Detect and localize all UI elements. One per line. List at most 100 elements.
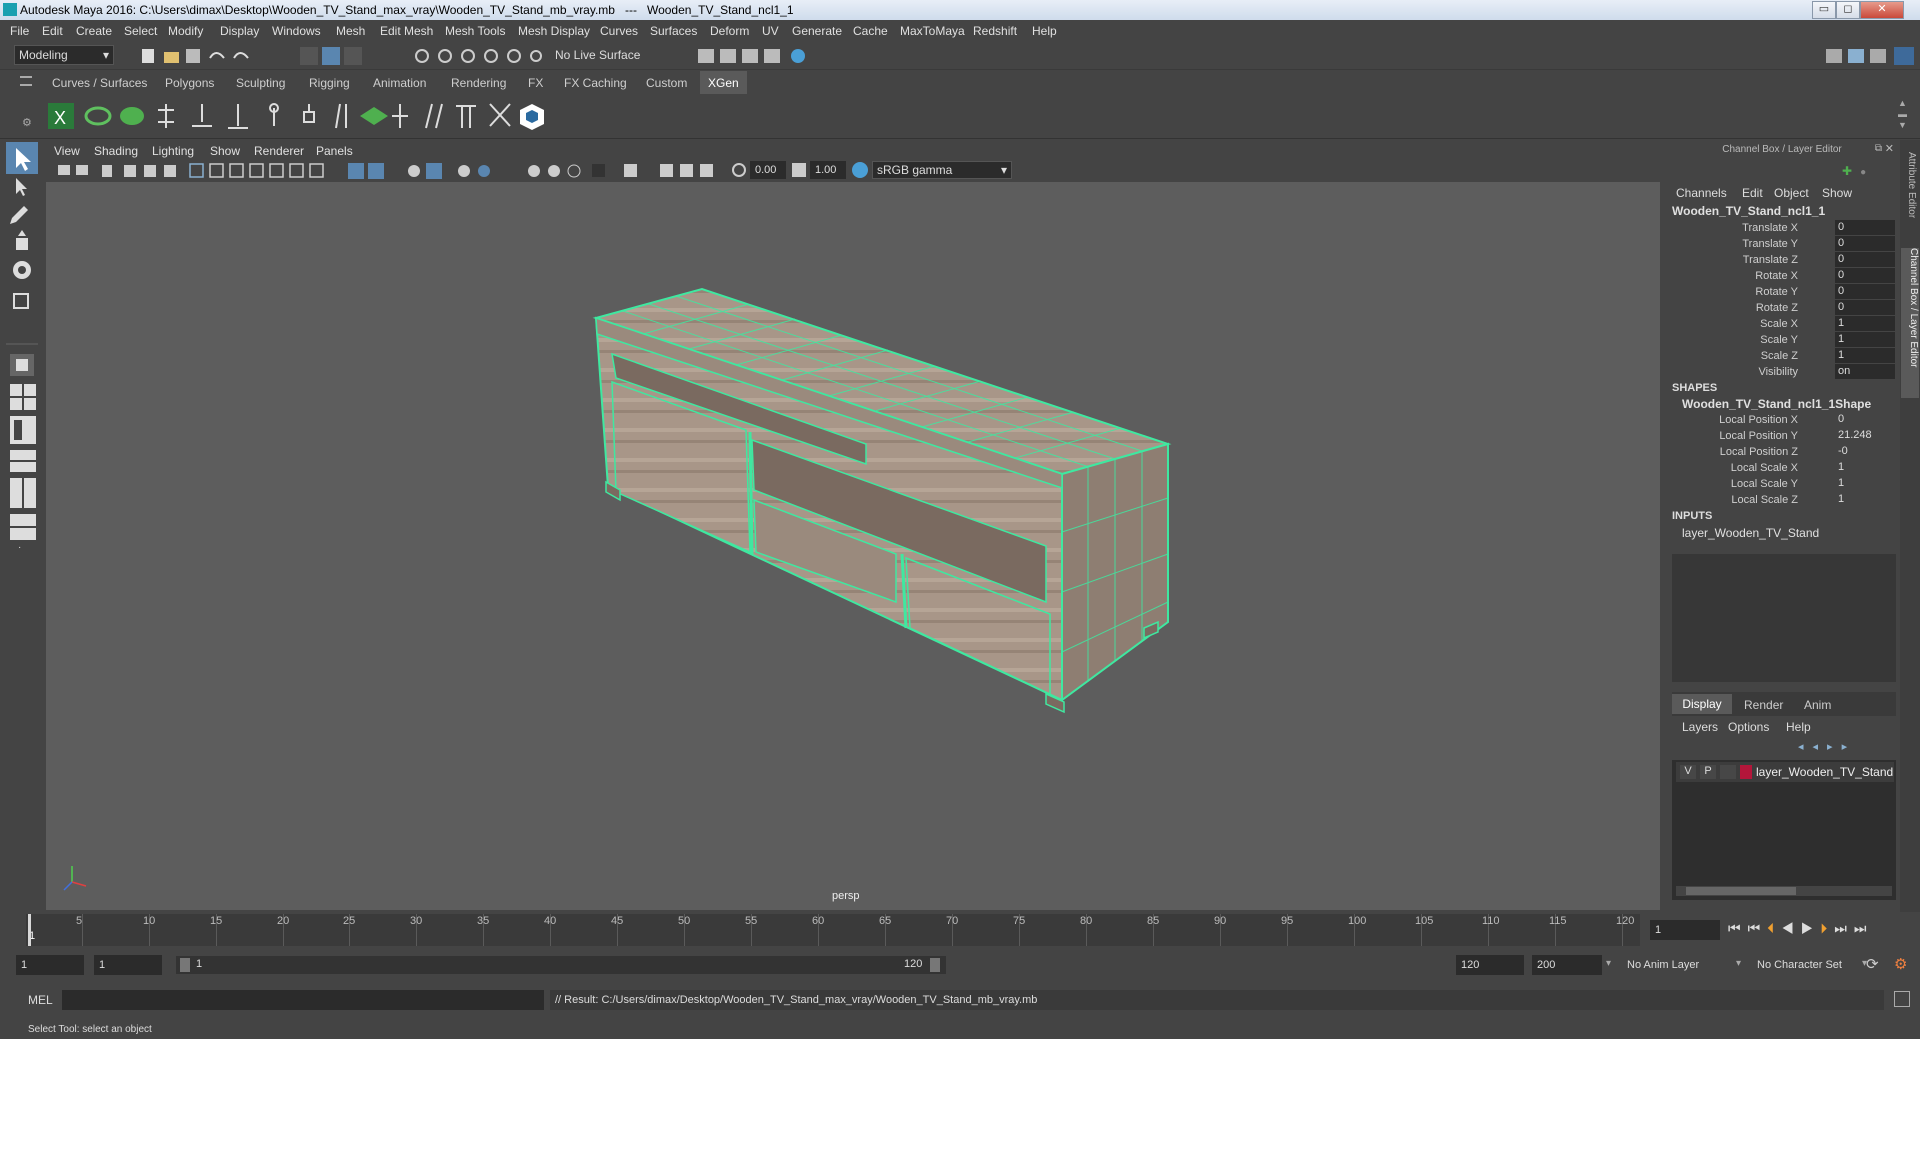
tab-display[interactable]: Display [1672, 694, 1732, 714]
tab-polygons[interactable]: Polygons [165, 76, 214, 90]
cb-menu-channels[interactable]: Channels [1676, 186, 1727, 200]
play-forward-icon[interactable]: ▶ [1801, 920, 1821, 936]
step-back-frame-icon[interactable]: ⏴ [1767, 920, 1781, 936]
attr-rotate-y[interactable]: Rotate Y0 [1666, 284, 1896, 300]
tab-animation[interactable]: Animation [373, 76, 426, 90]
menu-display[interactable]: Display [220, 24, 259, 38]
tab-curves-surfaces[interactable]: Curves / Surfaces [52, 76, 147, 90]
end-frame-field[interactable]: 200 [1532, 955, 1602, 975]
attr-scale-z[interactable]: Scale Z1 [1666, 348, 1896, 364]
vp-menu-shading[interactable]: Shading [94, 144, 138, 158]
menu-uv[interactable]: UV [762, 24, 779, 38]
range-end-handle[interactable] [930, 958, 940, 972]
layer-menu-layers[interactable]: Layers [1682, 720, 1718, 734]
layer-row[interactable]: V P layer_Wooden_TV_Stand [1676, 762, 1894, 782]
menu-create[interactable]: Create [76, 24, 112, 38]
attribute-editor-tab[interactable]: Attribute Editor [1903, 152, 1917, 242]
vp-menu-show[interactable]: Show [210, 144, 240, 158]
attr-translate-x[interactable]: Translate X0 [1666, 220, 1896, 236]
mode-dropdown[interactable]: Modeling ▾ [14, 45, 114, 65]
layer-type-toggle[interactable] [1720, 765, 1736, 779]
menu-generate[interactable]: Generate [792, 24, 842, 38]
layer-playback-toggle[interactable]: P [1700, 765, 1716, 779]
command-input[interactable] [62, 990, 544, 1010]
range-slider[interactable]: 1 120 [176, 956, 946, 974]
layer-visibility-toggle[interactable]: V [1680, 765, 1696, 779]
layer-tool-icons[interactable]: ◂◂▸▸ [1798, 740, 1894, 754]
shelf-menu-icon[interactable] [20, 76, 32, 86]
play-back-icon[interactable]: ◀ [1781, 920, 1801, 936]
menu-edit[interactable]: Edit [42, 24, 63, 38]
menu-mesh[interactable]: Mesh [336, 24, 365, 38]
menu-curves[interactable]: Curves [600, 24, 638, 38]
tab-render[interactable]: Render [1744, 698, 1783, 712]
layer-menu-help[interactable]: Help [1786, 720, 1811, 734]
attr-scale-y[interactable]: Scale Y1 [1666, 332, 1896, 348]
cb-menu-object[interactable]: Object [1774, 186, 1809, 200]
tab-fx[interactable]: FX [528, 76, 543, 90]
menu-redshift[interactable]: Redshift [973, 24, 1017, 38]
script-language-label[interactable]: MEL [28, 993, 53, 1007]
gamma-field[interactable]: 1.00 [810, 161, 846, 179]
menu-maxtomaya[interactable]: MaxToMaya [900, 24, 965, 38]
minimize-button[interactable]: ▭ [1812, 1, 1836, 19]
cb-menu-edit[interactable]: Edit [1742, 186, 1763, 200]
attr-local-scale-y[interactable]: Local Scale Y1 [1666, 476, 1896, 492]
layer-menu-options[interactable]: Options [1728, 720, 1769, 734]
chevron-down-icon[interactable]: ▾ [1736, 958, 1741, 969]
vp-menu-renderer[interactable]: Renderer [254, 144, 304, 158]
menu-windows[interactable]: Windows [272, 24, 321, 38]
chevron-down-icon[interactable]: ▾ [1606, 958, 1611, 969]
tool-icons[interactable]: · [0, 140, 44, 840]
color-space-dropdown[interactable]: sRGB gamma ▾ [872, 161, 1012, 179]
maximize-button[interactable]: ◻ [1836, 1, 1860, 19]
xgen-tool-icons[interactable]: X [44, 98, 574, 134]
preferences-icon[interactable]: ⚙ [1894, 955, 1907, 973]
attr-local-position-z[interactable]: Local Position Z -0 [1666, 444, 1896, 460]
channel-box-icons[interactable]: ✚ ● [1842, 164, 1888, 178]
float-panel-icon[interactable]: ⧉ [1875, 143, 1882, 154]
menu-file[interactable]: File [10, 24, 29, 38]
shelf-gear-icon[interactable]: ⚙ [22, 102, 32, 129]
live-surface-field[interactable]: No Live Surface [555, 48, 640, 62]
cb-menu-show[interactable]: Show [1822, 186, 1852, 200]
current-time-indicator[interactable] [28, 914, 31, 946]
vp-menu-panels[interactable]: Panels [316, 144, 353, 158]
attr-rotate-z[interactable]: Rotate Z0 [1666, 300, 1896, 316]
character-set-dropdown[interactable]: No Character Set [1752, 955, 1872, 975]
layer-name[interactable]: layer_Wooden_TV_Stand [1756, 765, 1893, 779]
file-tools-icons[interactable] [138, 46, 298, 66]
menu-help[interactable]: Help [1032, 24, 1057, 38]
vp-menu-lighting[interactable]: Lighting [152, 144, 194, 158]
attr-local-scale-z[interactable]: Local Scale Z1 [1666, 492, 1896, 508]
current-frame-field[interactable]: 1 [1650, 920, 1720, 940]
channel-box-tab[interactable]: Channel Box / Layer Editor [1901, 248, 1919, 398]
playback-controls[interactable]: ⏮⏮⏴◀▶⏵⏭⏭ [1728, 920, 1918, 940]
anim-layer-dropdown[interactable]: No Anim Layer [1622, 955, 1742, 975]
input-node-name[interactable]: layer_Wooden_TV_Stand [1682, 526, 1819, 540]
start-frame-field[interactable]: 1 [16, 955, 84, 975]
menu-mesh-display[interactable]: Mesh Display [518, 24, 590, 38]
tab-rigging[interactable]: Rigging [309, 76, 350, 90]
menu-select[interactable]: Select [124, 24, 157, 38]
tab-sculpting[interactable]: Sculpting [236, 76, 285, 90]
step-forward-frame-icon[interactable]: ⏵ [1820, 920, 1834, 936]
menu-surfaces[interactable]: Surfaces [650, 24, 697, 38]
playback-start-field[interactable]: 1 [94, 955, 162, 975]
script-editor-icon[interactable] [1894, 991, 1910, 1007]
time-ruler[interactable]: 1 5 10 15 20 25 30 35 40 45 50 55 60 65 70 75 80 85 90 95 10… [26, 914, 1640, 946]
workspace-toggle-icons[interactable] [1822, 45, 1918, 67]
attr-local-position-x[interactable]: Local Position X0 [1666, 412, 1896, 428]
step-forward-key-icon[interactable]: ⏭ [1834, 920, 1854, 936]
vp-menu-view[interactable]: View [54, 144, 80, 158]
3d-viewport[interactable]: persp [46, 182, 1660, 910]
menu-cache[interactable]: Cache [853, 24, 888, 38]
go-to-start-icon[interactable]: ⏮ [1728, 920, 1748, 936]
attr-visibility[interactable]: Visibility on [1666, 364, 1896, 380]
close-window-button[interactable]: ✕ [1860, 1, 1904, 19]
menu-edit-mesh[interactable]: Edit Mesh [380, 24, 433, 38]
shape-name[interactable]: Wooden_TV_Stand_ncl1_1Shape [1682, 397, 1871, 411]
attr-local-scale-x[interactable]: Local Scale X1 [1666, 460, 1896, 476]
auto-key-icon[interactable]: ⟳ [1866, 955, 1879, 973]
tab-xgen[interactable]: XGen [700, 71, 747, 95]
